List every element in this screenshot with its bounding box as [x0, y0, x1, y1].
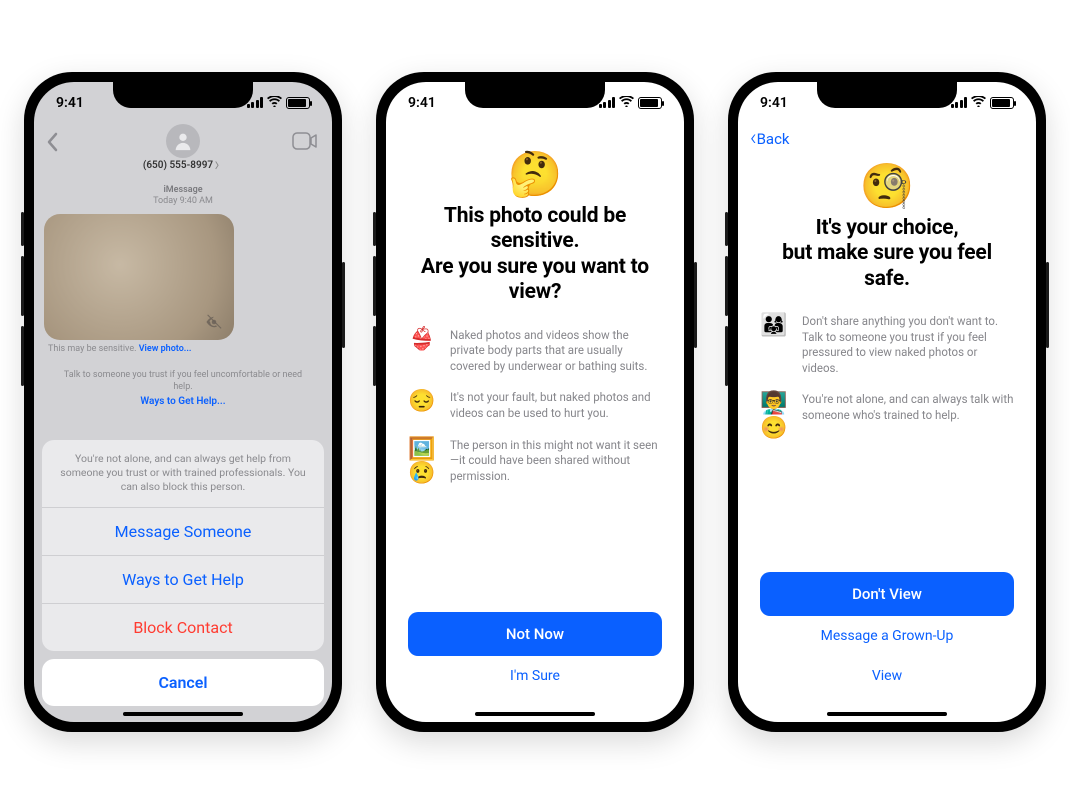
home-indicator[interactable] [827, 712, 947, 716]
dont-view-button[interactable]: Don't View [760, 572, 1014, 616]
message-grownup-button[interactable]: Message a Grown-Up [760, 616, 1014, 656]
notch [465, 82, 605, 108]
battery-icon [990, 97, 1014, 109]
ways-to-get-help-link[interactable]: Ways to Get Help... [44, 396, 322, 407]
notch [113, 82, 253, 108]
status-indicators [247, 96, 311, 110]
teacher-icon: 👨‍🏫😊 [760, 392, 788, 440]
view-button[interactable]: View [760, 656, 1014, 696]
wifi-icon [267, 96, 282, 110]
service-label: iMessage [163, 185, 202, 195]
contact-number[interactable]: (650) 555-8997〉 [34, 160, 332, 171]
bullet-text: Don't share anything you don't want to. … [802, 314, 1014, 376]
screen-warning-2: 9:41 ‹ Back 🧐 It's your choice, but make… [738, 82, 1036, 722]
action-sheet-message: You're not alone, and can always get hel… [42, 440, 324, 508]
status-indicators [951, 96, 1015, 110]
hidden-eye-icon [204, 312, 224, 332]
bullet-item: 🖼️😢 The person in this might not want it… [408, 438, 662, 486]
thinking-face-icon: 🤔 [408, 148, 662, 200]
status-indicators [599, 96, 663, 110]
warning-content: 🧐 It's your choice, but make sure you fe… [738, 82, 1036, 722]
monocle-face-icon: 🧐 [760, 160, 1014, 212]
phone-mockup-2: 9:41 🤔 This photo could be sensitive. Ar… [376, 72, 694, 732]
wifi-icon [619, 96, 634, 110]
warning-headline: This photo could be sensitive. Are you s… [408, 204, 662, 306]
warning-bullet-list: 👨‍👩‍👧 Don't share anything you don't wan… [760, 314, 1014, 571]
bullet-text: The person in this might not want it see… [450, 438, 662, 485]
volume-ring-button [373, 212, 376, 246]
power-button [1046, 262, 1049, 348]
bikini-icon: 👙 [408, 328, 436, 352]
contact-avatar-icon[interactable] [166, 124, 200, 158]
home-indicator[interactable] [475, 712, 595, 716]
volume-down-button [725, 326, 728, 386]
not-now-button[interactable]: Not Now [408, 612, 662, 656]
phone-mockup-3: 9:41 ‹ Back 🧐 It's your choice, but make… [728, 72, 1046, 732]
cancel-button[interactable]: Cancel [42, 659, 324, 706]
volume-ring-button [21, 212, 24, 246]
battery-icon [638, 97, 662, 109]
status-time: 9:41 [760, 95, 788, 111]
volume-down-button [21, 326, 24, 386]
notch [817, 82, 957, 108]
contact-number-text: (650) 555-8997 [143, 160, 213, 171]
timestamp-label: Today 9:40 AM [153, 196, 213, 206]
message-thread: iMessage Today 9:40 AM This may be sensi… [34, 179, 332, 408]
volume-up-button [21, 256, 24, 316]
volume-up-button [373, 256, 376, 316]
view-photo-link[interactable]: View photo... [139, 344, 192, 354]
warning-content: 🤔 This photo could be sensitive. Are you… [386, 82, 684, 722]
bullet-item: 👨‍👩‍👧 Don't share anything you don't wan… [760, 314, 1014, 376]
contact-details-chevron-icon: 〉 [215, 161, 223, 170]
power-button [694, 262, 697, 348]
ways-to-get-help-button[interactable]: Ways to Get Help [42, 556, 324, 604]
screen-warning-1: 9:41 🤔 This photo could be sensitive. Ar… [386, 82, 684, 722]
caption-prefix: This may be sensitive. [48, 344, 136, 354]
home-indicator[interactable] [123, 712, 243, 716]
im-sure-button[interactable]: I'm Sure [408, 656, 662, 696]
block-contact-button[interactable]: Block Contact [42, 604, 324, 651]
action-sheet: You're not alone, and can always get hel… [42, 440, 324, 706]
bullet-item: 👨‍🏫😊 You're not alone, and can always ta… [760, 392, 1014, 440]
volume-ring-button [725, 212, 728, 246]
power-button [342, 262, 345, 348]
facetime-icon[interactable] [292, 132, 318, 154]
battery-icon [286, 97, 310, 109]
blurred-sensitive-image[interactable] [44, 214, 234, 340]
message-someone-button[interactable]: Message Someone [42, 508, 324, 556]
volume-down-button [373, 326, 376, 386]
sensitive-caption: This may be sensitive. View photo... [48, 344, 322, 354]
bullet-item: 👙 Naked photos and videos show the priva… [408, 328, 662, 375]
wifi-icon [971, 96, 986, 110]
back-chevron-icon[interactable] [46, 132, 58, 158]
screen-messages: 9:41 (650) 555-8997〉 [34, 82, 332, 722]
volume-up-button [725, 256, 728, 316]
help-message: Talk to someone you trust if you feel un… [44, 370, 322, 393]
sad-face-icon: 😔 [408, 390, 436, 414]
bullet-text: It's not your fault, but naked photos an… [450, 390, 662, 421]
status-time: 9:41 [408, 95, 436, 111]
picture-frame-icon: 🖼️😢 [408, 438, 436, 486]
bullet-item: 😔 It's not your fault, but naked photos … [408, 390, 662, 421]
back-label: Back [757, 130, 790, 148]
bullet-text: Naked photos and videos show the private… [450, 328, 662, 375]
family-icon: 👨‍👩‍👧 [760, 314, 788, 338]
warning-headline: It's your choice, but make sure you feel… [760, 216, 1014, 293]
status-time: 9:41 [56, 95, 84, 111]
back-button[interactable]: ‹ Back [750, 128, 790, 150]
button-stack: Not Now I'm Sure [408, 612, 662, 722]
warning-bullet-list: 👙 Naked photos and videos show the priva… [408, 328, 662, 612]
thread-timestamp: iMessage Today 9:40 AM [44, 185, 322, 208]
bullet-text: You're not alone, and can always talk wi… [802, 392, 1014, 423]
phone-mockup-1: 9:41 (650) 555-8997〉 [24, 72, 342, 732]
button-stack: Don't View Message a Grown-Up View [760, 572, 1014, 722]
